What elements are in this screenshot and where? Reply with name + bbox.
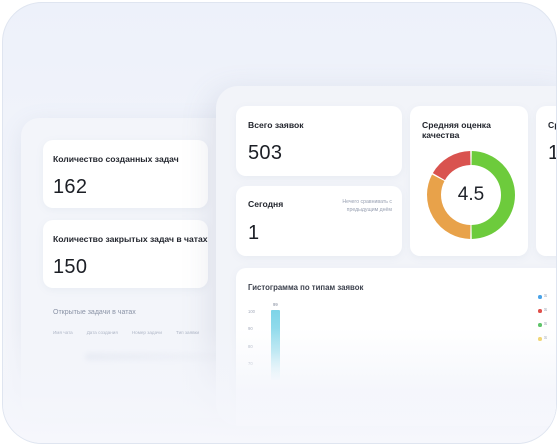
histogram-title: Гистограмма по типам заявок (248, 283, 364, 292)
open-tasks-title: Открытые задачи в чатах (53, 309, 136, 316)
today-requests-card[interactable]: Сегодня Нечего сравнивать с предыдущим д… (236, 186, 402, 256)
total-requests-value: 503 (248, 142, 283, 164)
column-header[interactable]: Имя чата (53, 330, 73, 335)
total-requests-card[interactable]: Всего заявок 503 (236, 106, 402, 176)
closed-tasks-label: Количество закрытых задач в чатах (53, 234, 208, 244)
dashboard-frame: Количество созданных задач 162 Количеств… (2, 2, 557, 444)
table-row[interactable] (85, 353, 235, 361)
created-tasks-value: 162 (53, 176, 88, 198)
legend-dot (538, 295, 542, 299)
bar-value-label: 99 (273, 302, 278, 307)
legend-dot (538, 337, 542, 341)
histogram-legend: S S S S (528, 268, 556, 426)
histogram-card[interactable]: Гистограмма по типам заявок 100 90 80 70… (236, 268, 556, 426)
legend-dot (538, 323, 542, 327)
open-tasks-table-header: Имя чата Дата создания Номер задачи Тип … (53, 330, 199, 335)
legend-dot (538, 309, 542, 313)
partial-stat-card[interactable]: Ср 1, (536, 106, 556, 256)
closed-tasks-card[interactable]: Количество закрытых задач в чатах 150 (43, 220, 208, 288)
y-tick: 100 (248, 309, 255, 314)
front-dashboard-panel: Всего заявок 503 Сегодня Нечего сравнива… (216, 86, 556, 426)
legend-item[interactable]: S (544, 307, 547, 312)
partial-stat-value: 1, (548, 142, 556, 165)
today-label: Сегодня (248, 199, 284, 209)
today-comparison-note: Нечего сравнивать с предыдущим днём (342, 199, 392, 213)
y-tick: 70 (248, 361, 253, 366)
legend-item[interactable]: S (544, 321, 547, 326)
column-header[interactable]: Дата создания (87, 330, 118, 335)
quality-rating-card[interactable]: Средняя оценка качества 4.5 (410, 106, 528, 256)
quality-label: Средняя оценка качества (422, 120, 491, 140)
quality-score: 4.5 (457, 184, 485, 205)
total-requests-label: Всего заявок (248, 120, 304, 130)
y-tick: 80 (248, 344, 253, 349)
created-tasks-card[interactable]: Количество созданных задач 162 (43, 140, 208, 208)
today-value: 1 (248, 222, 260, 244)
closed-tasks-value: 150 (53, 256, 88, 278)
quality-donut-chart: 4.5 (422, 146, 520, 244)
y-tick: 90 (248, 326, 253, 331)
legend-item[interactable]: S (544, 335, 547, 340)
column-header[interactable]: Тип заявки (176, 330, 199, 335)
column-header[interactable]: Номер задачи (132, 330, 162, 335)
partial-stat-label: Ср (548, 120, 556, 130)
created-tasks-label: Количество созданных задач (53, 154, 179, 164)
legend-item[interactable]: S (544, 293, 547, 298)
histogram-bar[interactable] (271, 310, 280, 380)
